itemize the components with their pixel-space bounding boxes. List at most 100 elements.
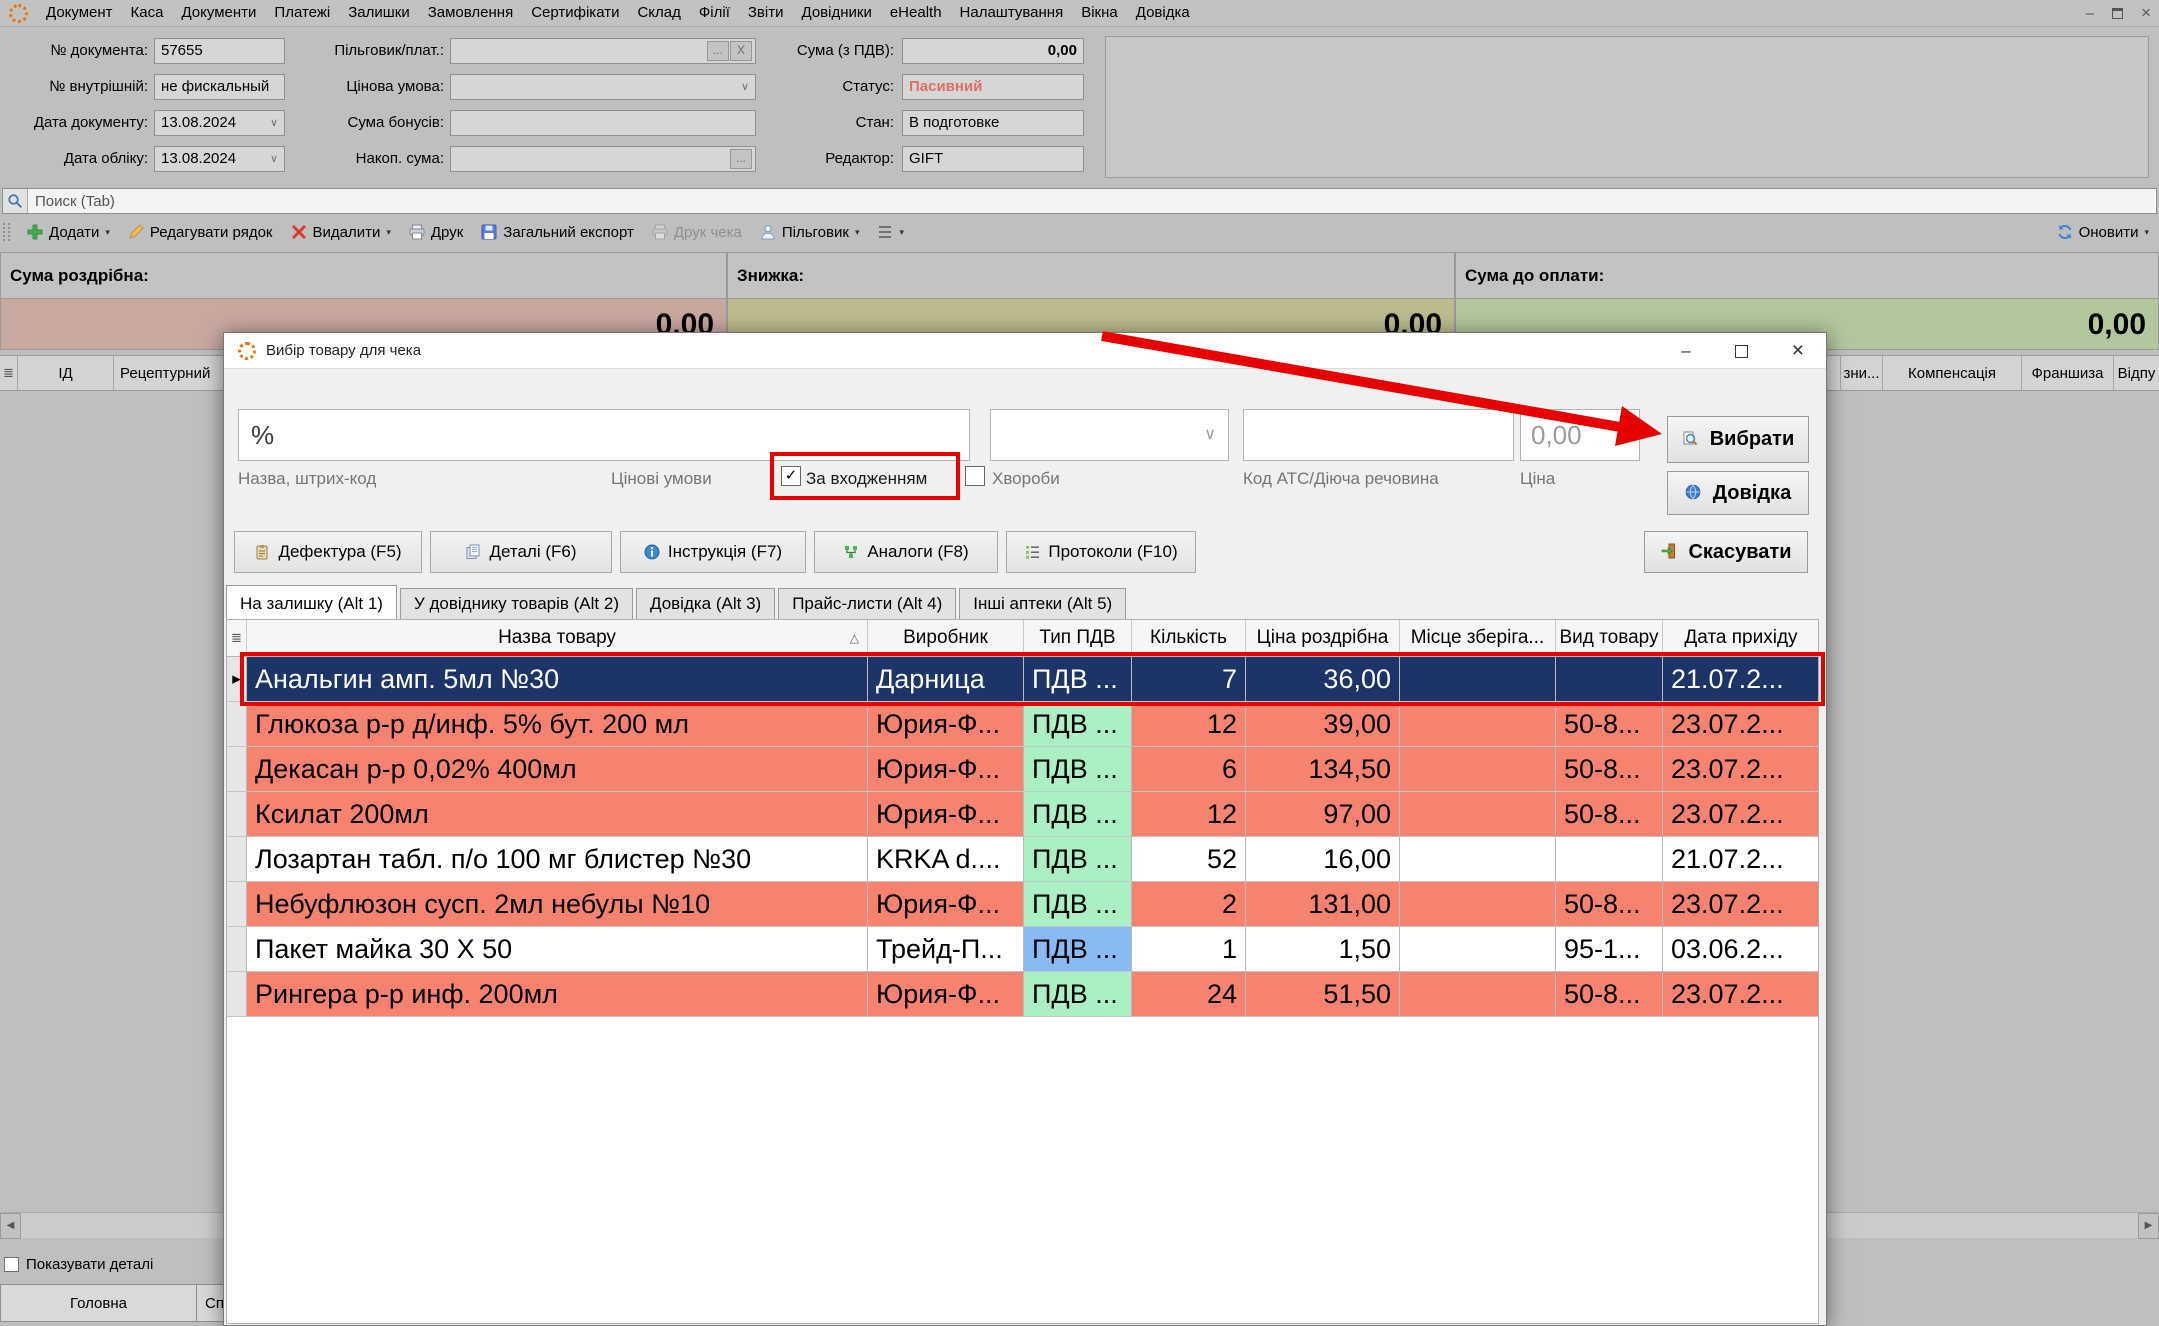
search-input[interactable]: Поиск (Tab) (28, 193, 115, 210)
dialog-close-button[interactable]: × (1792, 339, 1804, 363)
toolbar-grip[interactable] (3, 223, 10, 241)
menu-item[interactable]: eHealth (881, 0, 951, 26)
table-row[interactable]: Глюкоза р-р д/инф. 5% бут. 200 млЮрия-Ф.… (227, 702, 1818, 747)
column-header-6[interactable]: Місце зберіга... (1400, 620, 1556, 656)
row-marker (227, 972, 247, 1017)
form-field-input[interactable]: Пасивний (902, 74, 1084, 100)
column-header-2[interactable]: Виробник (868, 620, 1024, 656)
dialog-titlebar[interactable]: Вибір товару для чека – × (224, 333, 1826, 369)
diseases-checkbox[interactable] (965, 466, 985, 486)
form-field-input[interactable]: ∨ (450, 74, 756, 100)
toolbar-item-видалити[interactable]: Видалити▾ (282, 219, 400, 245)
form-field-input[interactable]: 13.08.2024∨ (154, 146, 285, 172)
app-logo-icon (9, 4, 28, 23)
column-header-zni[interactable]: зни... (1841, 356, 1883, 390)
show-details-checkbox[interactable] (4, 1257, 19, 1272)
dialog-tab[interactable]: Прайс-листи (Alt 4) (778, 588, 956, 619)
table-row[interactable]: Небуфлюзон сусп. 2мл небулы №10Юрия-Ф...… (227, 882, 1818, 927)
toolbar-item-list[interactable]: ▾ (868, 219, 913, 245)
toolbar-item-додати[interactable]: Додати▾ (18, 219, 119, 245)
select-button[interactable]: Вибрати (1667, 416, 1809, 463)
menu-item[interactable]: Філії (690, 0, 739, 26)
menu-item[interactable]: Довідка (1127, 0, 1199, 26)
price-label: Ціна (1520, 467, 1555, 491)
help-button[interactable]: Довідка (1667, 471, 1809, 515)
chevron-down-icon[interactable]: ∨ (270, 147, 278, 171)
menu-item[interactable]: Налаштування (951, 0, 1073, 26)
price-conditions-select[interactable]: ∨ (990, 409, 1229, 461)
dialog-minimize-button[interactable]: – (1681, 341, 1690, 361)
menu-item[interactable]: Документи (172, 0, 265, 26)
dialog-maximize-button[interactable] (1735, 345, 1748, 358)
menu-item[interactable]: Замовлення (419, 0, 522, 26)
menu-item[interactable]: Сертифікати (522, 0, 628, 26)
menu-item[interactable]: Документ (37, 0, 122, 26)
toolbar-item-пільговик[interactable]: Пільговик▾ (751, 219, 869, 245)
column-header-5[interactable]: Ціна роздрібна (1246, 620, 1400, 656)
form-field-input[interactable] (450, 110, 756, 136)
close-button[interactable]: × (2141, 3, 2151, 23)
chevron-down-icon[interactable]: ∨ (270, 111, 278, 135)
form-field-label: Сума (з ПДВ): (768, 38, 894, 64)
column-header-franchise[interactable]: Франшиза (2022, 356, 2114, 390)
minimize-button[interactable]: – (2086, 5, 2094, 22)
toolbar-item-редагувати-рядок[interactable]: Редагувати рядок (119, 219, 282, 245)
column-header-8[interactable]: Дата прихіду (1663, 620, 1819, 656)
cancel-button[interactable]: Скасувати (1644, 531, 1808, 573)
column-header-1[interactable]: Назва товару△ (247, 620, 868, 656)
menu-item[interactable]: Вікна (1072, 0, 1127, 26)
entry-match-checkbox[interactable]: ✓ (781, 466, 801, 486)
form-field-input[interactable]: 0,00 (902, 38, 1084, 64)
scroll-right-icon[interactable]: ▶ (2138, 1213, 2159, 1239)
refresh-button[interactable]: Оновити ▾ (2057, 218, 2149, 246)
dialog-tab[interactable]: На залишку (Alt 1) (226, 585, 397, 619)
form-field-input[interactable]: ...X (450, 38, 756, 64)
tab-main[interactable]: Головна (0, 1284, 197, 1322)
scroll-left-icon[interactable]: ◀ (0, 1213, 21, 1239)
menu-item[interactable]: Платежі (265, 0, 339, 26)
function-button-2[interactable]: Деталі (F6) (430, 531, 612, 573)
menu-item[interactable]: Каса (122, 0, 173, 26)
ellipsis-button[interactable]: ... (707, 41, 729, 61)
document-search-bar[interactable]: Поиск (Tab) (2, 188, 2157, 214)
toolbar-item-друк[interactable]: Друк (400, 219, 472, 245)
ellipsis-button[interactable]: ... (730, 149, 752, 169)
menu-item[interactable]: Довідники (793, 0, 881, 26)
restore-button[interactable] (2112, 8, 2123, 19)
toolbar-item-друк-чека[interactable]: Друк чека (643, 219, 751, 245)
atc-code-input[interactable] (1243, 409, 1514, 461)
column-header-3[interactable]: Тип ПДВ (1024, 620, 1132, 656)
column-header-id[interactable]: ІД (18, 356, 114, 390)
dialog-tab[interactable]: Інші аптеки (Alt 5) (959, 588, 1126, 619)
column-header-compensation[interactable]: Компенсація (1883, 356, 2022, 390)
column-header-4[interactable]: Кількість (1132, 620, 1246, 656)
table-row[interactable]: Ксилат 200млЮрия-Ф...ПДВ ...1297,0050-8.… (227, 792, 1818, 837)
menu-item[interactable]: Звіти (739, 0, 793, 26)
product-name-input[interactable]: % (238, 409, 970, 461)
column-header-7[interactable]: Вид товару (1556, 620, 1663, 656)
form-field-input[interactable]: В подготовке (902, 110, 1084, 136)
clear-button[interactable]: X (730, 41, 752, 61)
form-field-input[interactable]: 13.08.2024∨ (154, 110, 285, 136)
table-row[interactable]: Лозартан табл. п/о 100 мг блистер №30KRK… (227, 837, 1818, 882)
menu-item[interactable]: Залишки (339, 0, 419, 26)
form-field-input[interactable]: ... (450, 146, 756, 172)
dialog-tab[interactable]: У довіднику товарів (Alt 2) (400, 588, 633, 619)
form-field-input[interactable]: 57655 (154, 38, 285, 64)
table-row[interactable]: ▸Анальгин амп. 5мл №30ДарницаПДВ ...736,… (227, 657, 1818, 702)
chevron-down-icon[interactable]: ∨ (741, 75, 749, 99)
dialog-tab[interactable]: Довідка (Alt 3) (636, 588, 775, 619)
function-button-3[interactable]: Інструкція (F7) (620, 531, 806, 573)
price-input[interactable]: 0,00 (1520, 409, 1640, 461)
form-field-input[interactable]: не фискальный (154, 74, 285, 100)
function-button-5[interactable]: Протоколи (F10) (1006, 531, 1196, 573)
menu-item[interactable]: Склад (628, 0, 689, 26)
function-button-1[interactable]: Дефектура (F5) (234, 531, 422, 573)
toolbar-item-загальний-експорт[interactable]: Загальний експорт (472, 219, 643, 245)
table-row[interactable]: Рингера р-р инф. 200млЮрия-Ф...ПДВ ...24… (227, 972, 1818, 1017)
table-row[interactable]: Декасан р-р 0,02% 400млЮрия-Ф...ПДВ ...6… (227, 747, 1818, 792)
function-button-4[interactable]: Аналоги (F8) (814, 531, 998, 573)
column-header-vidpu[interactable]: Відпу (2114, 356, 2159, 390)
table-row[interactable]: Пакет майка 30 Х 50Трейд-П...ПДВ ...11,5… (227, 927, 1818, 972)
form-field-input[interactable]: GIFT (902, 146, 1084, 172)
